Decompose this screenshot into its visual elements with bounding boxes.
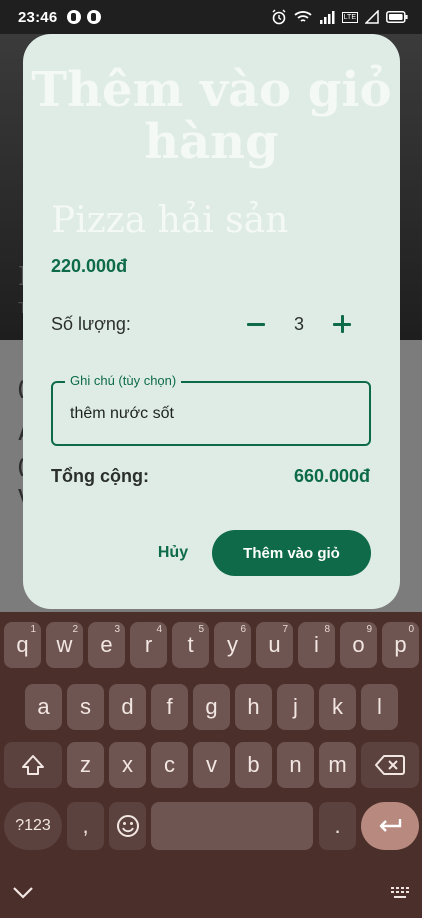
key-hint: 2 [72, 624, 78, 635]
key-label: o [352, 632, 365, 657]
key-label: w [56, 632, 73, 657]
key-d[interactable]: d [109, 684, 146, 730]
key-e[interactable]: e3 [88, 622, 125, 668]
space-key[interactable] [151, 802, 313, 850]
signal-icon [319, 11, 335, 24]
total-value: 660.000đ [293, 466, 370, 486]
unit-price: 220.000đ [51, 256, 128, 276]
key-c[interactable]: c [151, 742, 188, 788]
backspace-key[interactable] [361, 742, 419, 788]
key-o[interactable]: o9 [340, 622, 377, 668]
enter-icon [379, 819, 402, 832]
key-x[interactable]: x [109, 742, 146, 788]
key-label: i [314, 632, 319, 657]
key-f[interactable]: f [151, 684, 188, 730]
battery-icon [386, 11, 408, 23]
key-hint: 1 [30, 624, 36, 635]
key-label: p [394, 632, 407, 657]
notification-app-icon [87, 10, 102, 24]
key-r[interactable]: r4 [130, 622, 167, 668]
key-j[interactable]: j [277, 684, 314, 730]
symbols-key[interactable]: ?123 [4, 802, 62, 850]
dialog-title: Thêm vào giỏ hàng [23, 64, 400, 168]
key-i[interactable]: i8 [298, 622, 335, 668]
volte-badge: LTE [341, 11, 358, 23]
notification-app-icon [67, 10, 82, 24]
chevron-down-icon[interactable] [12, 886, 34, 900]
dialog-title-text: Thêm vào giỏ hàng [31, 62, 392, 170]
status-bar: 23:46 LTE [0, 0, 422, 34]
key-h[interactable]: h [235, 684, 272, 730]
key-label: e [100, 632, 113, 657]
status-time: 23:46 [18, 8, 58, 26]
alarm-icon [272, 9, 286, 25]
signal-empty-icon [365, 10, 379, 24]
emoji-key[interactable] [109, 802, 146, 850]
key-m[interactable]: m [319, 742, 356, 788]
add-to-cart-button[interactable]: Thêm vào giỏ [212, 530, 371, 576]
key-hint: 9 [366, 624, 372, 635]
key-hint: 5 [198, 624, 204, 635]
product-name: Pizza hải sản [51, 200, 289, 241]
shift-icon [22, 755, 44, 775]
keyboard-nav-row [0, 868, 422, 918]
key-t[interactable]: t5 [172, 622, 209, 668]
soft-keyboard: q1 w2 e3 r4 t5 y6 u7 i8 o9 p0 a s d f g … [0, 612, 422, 918]
cancel-button[interactable]: Hủy [143, 534, 203, 572]
key-g[interactable]: g [193, 684, 230, 730]
key-hint: 7 [282, 624, 288, 635]
key-k[interactable]: k [319, 684, 356, 730]
key-hint: 4 [156, 624, 162, 635]
total-label: Tổng cộng: [51, 466, 149, 486]
add-to-cart-dialog: Thêm vào giỏ hàng Pizza hải sản 220.000đ… [23, 34, 400, 609]
period-key[interactable]: . [319, 802, 356, 850]
note-field-label: Ghi chú (tùy chọn) [65, 373, 182, 388]
increase-quantity-button[interactable] [331, 310, 355, 338]
quantity-value: 3 [293, 314, 304, 334]
key-label: y [227, 632, 238, 657]
backspace-icon [375, 755, 405, 775]
key-label: t [187, 632, 194, 657]
key-u[interactable]: u7 [256, 622, 293, 668]
key-s[interactable]: s [67, 684, 104, 730]
key-label: r [144, 632, 153, 657]
key-label: u [268, 632, 281, 657]
key-hint: 3 [114, 624, 120, 635]
enter-key[interactable] [361, 802, 419, 850]
system-icons: LTE [271, 9, 408, 25]
key-hint: 8 [324, 624, 330, 635]
key-y[interactable]: y6 [214, 622, 251, 668]
key-z[interactable]: z [67, 742, 104, 788]
key-q[interactable]: q1 [4, 622, 41, 668]
key-hint: 0 [408, 624, 414, 635]
shift-key[interactable] [4, 742, 62, 788]
note-field[interactable]: Ghi chú (tùy chọn) thêm nước sốt [51, 373, 371, 446]
comma-key[interactable]: , [67, 802, 104, 850]
emoji-icon [116, 815, 139, 837]
notification-icons [67, 10, 102, 24]
quantity-label: Số lượng: [51, 314, 131, 334]
key-l[interactable]: l [361, 684, 398, 730]
key-w[interactable]: w2 [46, 622, 83, 668]
key-v[interactable]: v [193, 742, 230, 788]
key-hint: 6 [240, 624, 246, 635]
keyboard-switch-icon[interactable] [390, 886, 410, 900]
decrease-quantity-button[interactable] [245, 310, 269, 338]
key-label: q [16, 632, 29, 657]
key-a[interactable]: a [25, 684, 62, 730]
key-n[interactable]: n [277, 742, 314, 788]
key-p[interactable]: p0 [382, 622, 419, 668]
key-b[interactable]: b [235, 742, 272, 788]
wifi-icon [294, 11, 312, 22]
note-field-value[interactable]: thêm nước sốt [70, 405, 174, 423]
